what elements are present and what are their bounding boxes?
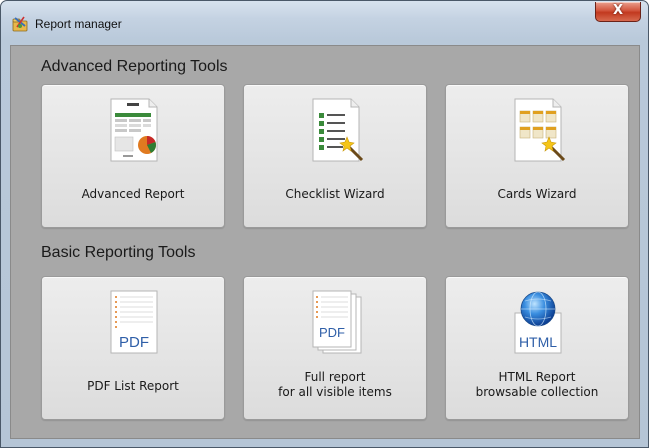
html-report-button[interactable]: HTML HTML Report browsable collection — [445, 276, 629, 420]
report-tools-panel: Advanced Reporting Tools Advanced Report… — [10, 45, 640, 439]
pdf-stack-icon: PDF — [312, 290, 362, 354]
cards-wand-icon — [514, 98, 566, 162]
checklist-wizard-label: Checklist Wizard — [285, 187, 385, 201]
html-report-label: HTML Report browsable collection — [475, 370, 599, 399]
close-icon: X — [612, 3, 624, 18]
checklist-wizard-button[interactable]: Checklist Wizard — [243, 84, 427, 228]
checklist-wand-icon — [312, 98, 364, 162]
report-manager-app-icon — [12, 16, 28, 32]
pdf-document-icon: PDF — [110, 290, 158, 354]
full-report-button[interactable]: PDF Full report for all visible items — [243, 276, 427, 420]
html-globe-document-icon: HTML — [514, 291, 562, 354]
basic-section-title: Basic Reporting Tools — [41, 244, 196, 261]
pdf-list-report-label: PDF List Report — [87, 379, 179, 393]
window-title: Report manager — [35, 17, 122, 31]
close-button[interactable]: X — [595, 2, 641, 22]
svg-text:PDF: PDF — [119, 334, 149, 351]
report-manager-window: Report manager X Advanced Reporting Tool… — [0, 0, 649, 448]
title-bar[interactable]: Report manager X — [1, 1, 648, 45]
advanced-report-label: Advanced Report — [81, 187, 185, 201]
svg-text:PDF: PDF — [319, 325, 345, 340]
pdf-list-report-button[interactable]: PDF PDF List Report — [41, 276, 225, 420]
svg-text:HTML: HTML — [519, 334, 557, 350]
advanced-report-button[interactable]: Advanced Report — [41, 84, 225, 228]
full-report-label: Full report for all visible items — [278, 370, 392, 399]
advanced-report-document-icon — [110, 98, 158, 162]
cards-wizard-label: Cards Wizard — [497, 187, 577, 201]
cards-wizard-button[interactable]: Cards Wizard — [445, 84, 629, 228]
advanced-section-title: Advanced Reporting Tools — [41, 58, 228, 75]
